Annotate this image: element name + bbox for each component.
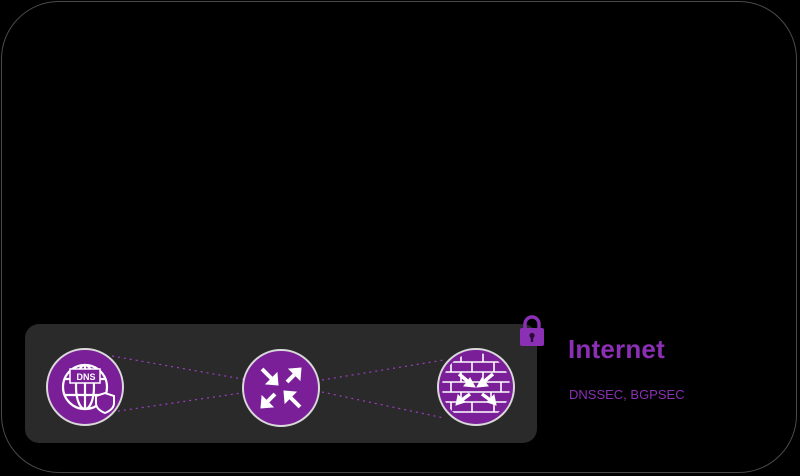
firewall-node: [437, 348, 515, 426]
link-router-firewall-lower: [321, 391, 445, 419]
dns-globe-icon: [61, 363, 115, 415]
lock-icon: [520, 315, 544, 346]
layer-subtitle: DNSSEC, BGPSEC: [569, 387, 685, 402]
link-dns-router-lower: [111, 391, 249, 413]
link-dns-router-upper: [111, 355, 249, 381]
router-node: [242, 349, 320, 427]
layer-title: Internet: [568, 334, 665, 364]
router-icon: [260, 367, 302, 409]
dns-node: DNS: [46, 348, 124, 426]
firewall-icon: [442, 353, 510, 413]
link-router-firewall-upper: [321, 359, 445, 381]
dns-badge-label: DNS: [76, 372, 96, 382]
